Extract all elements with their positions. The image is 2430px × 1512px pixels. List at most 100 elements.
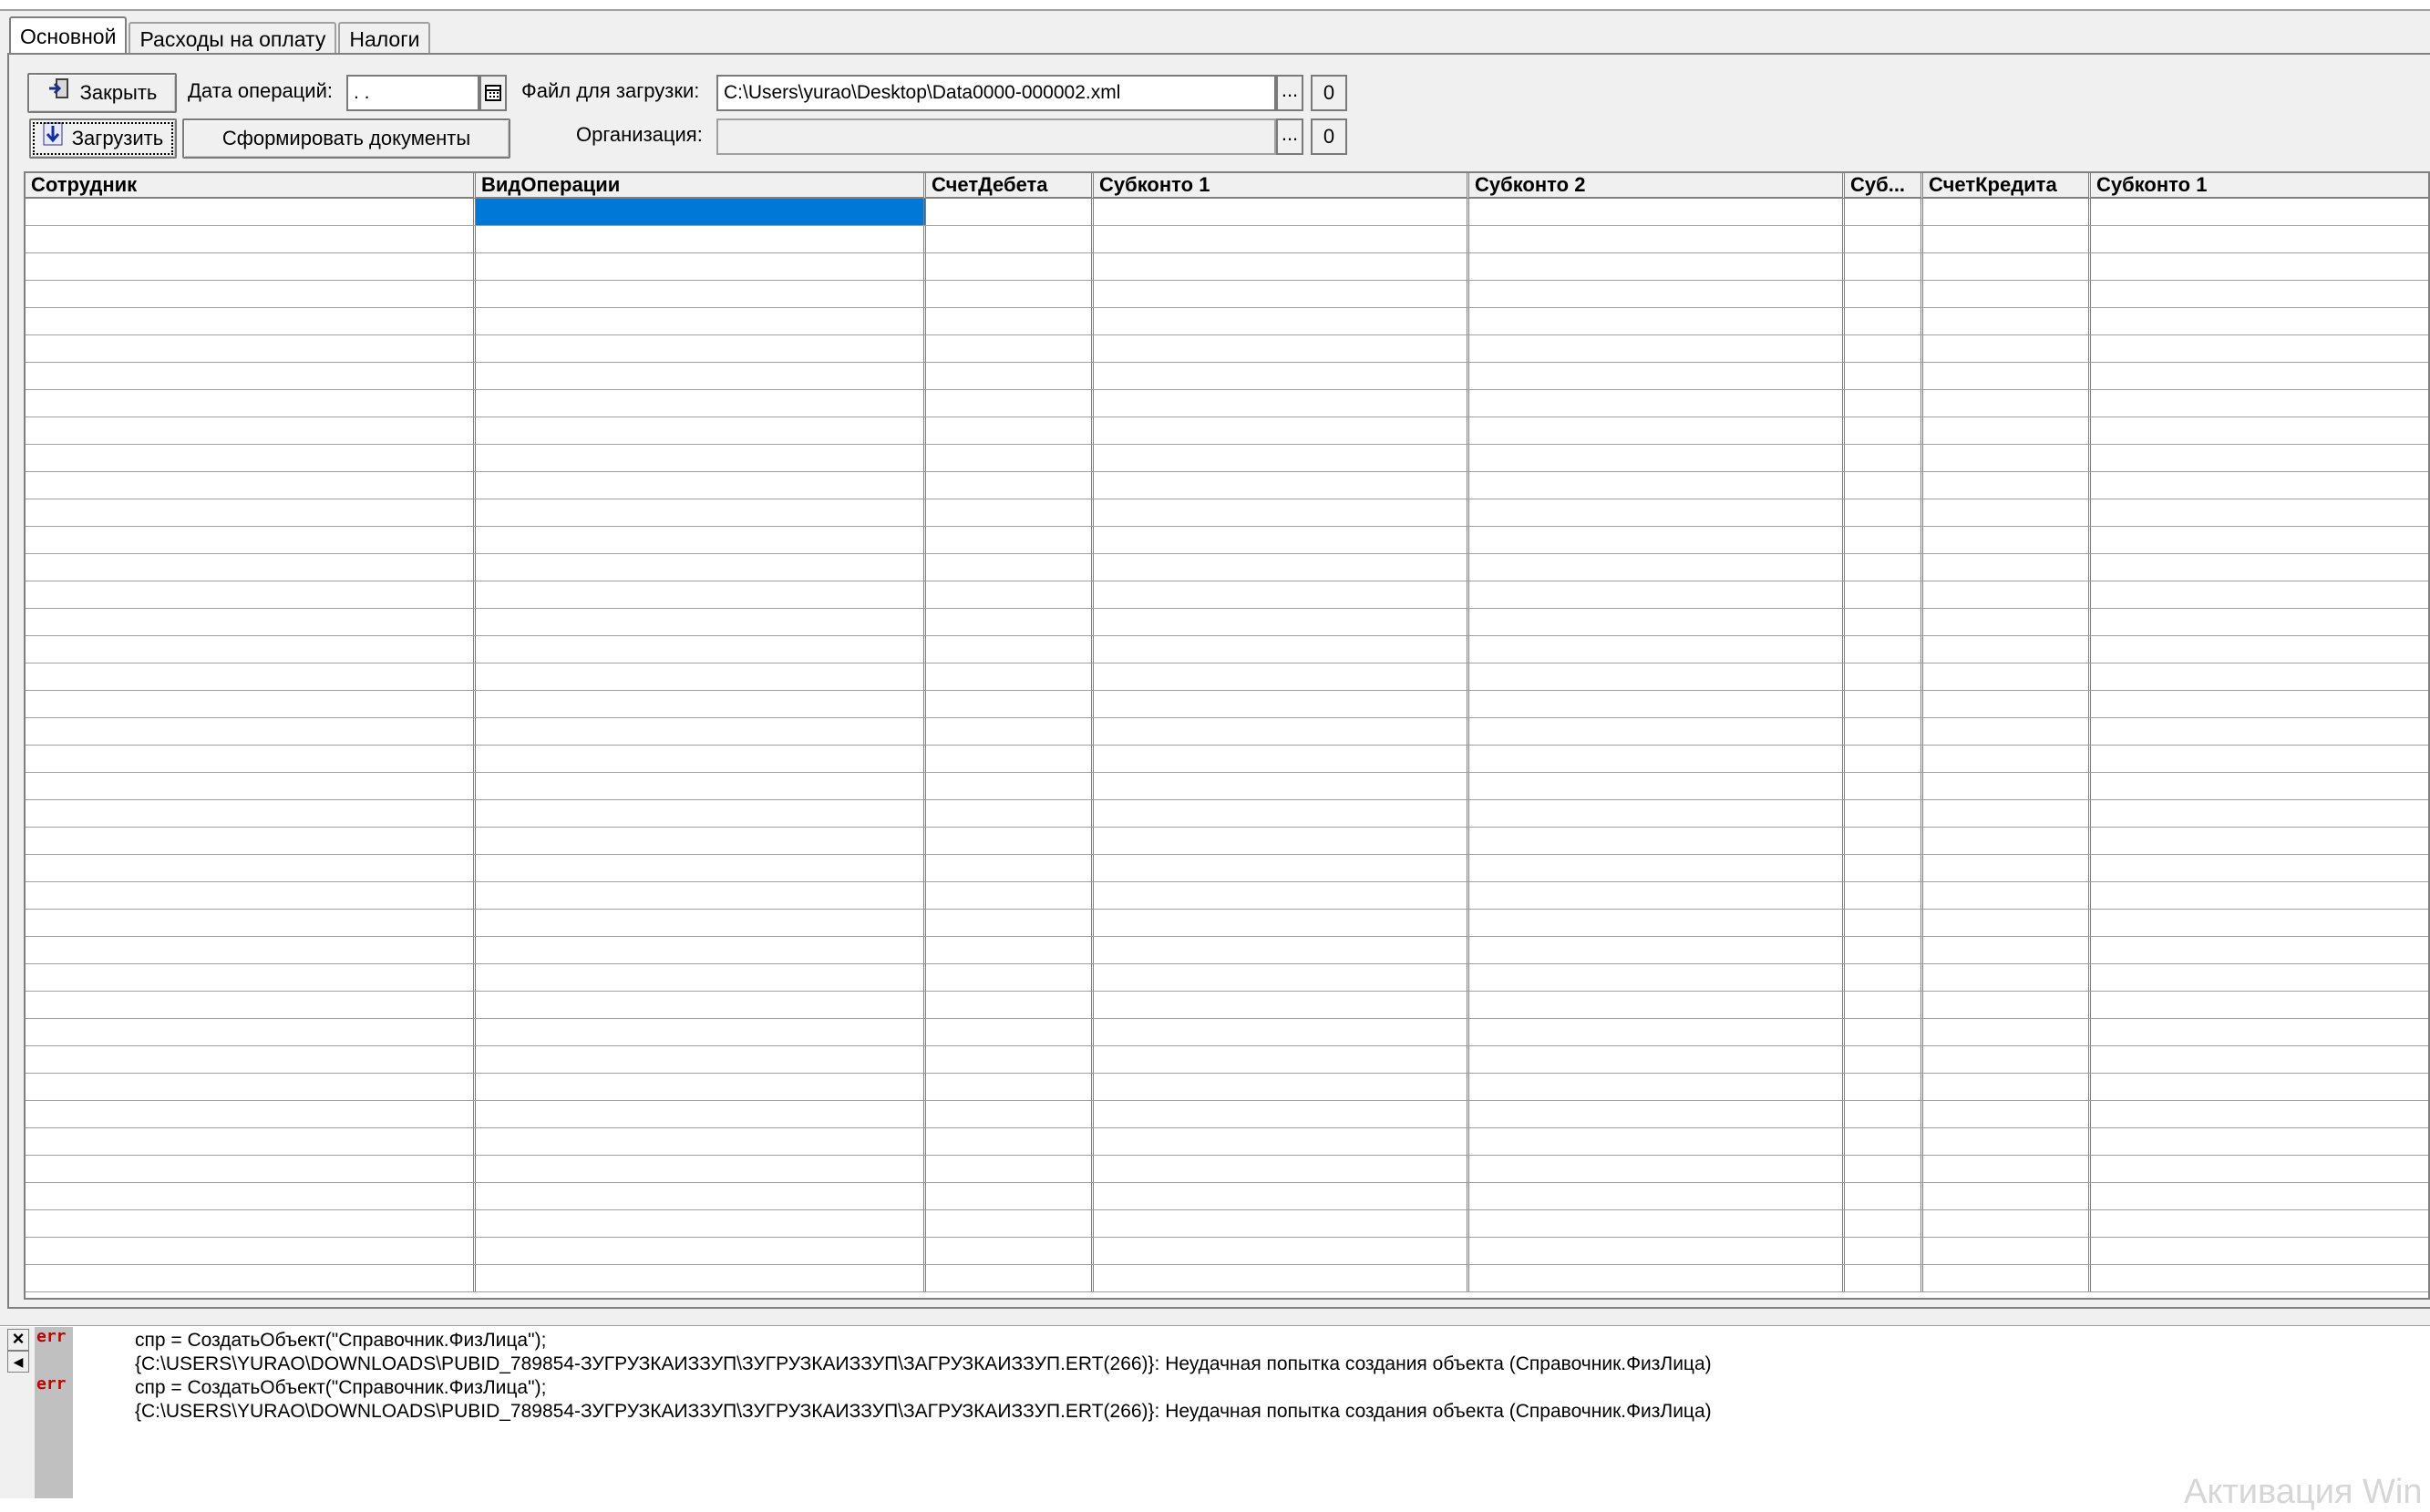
table-cell[interactable]: [926, 609, 1094, 635]
table-cell[interactable]: [926, 335, 1094, 362]
table-cell[interactable]: [1845, 1128, 1923, 1155]
table-cell[interactable]: [476, 281, 926, 307]
table-cell[interactable]: [2091, 1101, 2428, 1127]
table-cell[interactable]: [476, 390, 926, 417]
table-cell[interactable]: [476, 1046, 926, 1073]
table-cell[interactable]: [2091, 1046, 2428, 1073]
table-cell[interactable]: [2091, 773, 2428, 799]
table-cell[interactable]: [1469, 281, 1845, 307]
table-cell[interactable]: [1469, 992, 1845, 1018]
table-cell[interactable]: [1845, 609, 1923, 635]
table-cell[interactable]: [1923, 527, 2091, 553]
scroll-left-button[interactable]: ◀: [7, 1351, 29, 1373]
table-cell[interactable]: [1923, 281, 2091, 307]
table-cell[interactable]: [926, 445, 1094, 471]
table-cell[interactable]: [1923, 445, 2091, 471]
table-cell[interactable]: [926, 910, 1094, 936]
table-cell[interactable]: [1469, 253, 1845, 280]
table-cell[interactable]: [926, 199, 1094, 225]
table-cell[interactable]: [1845, 964, 1923, 991]
table-cell[interactable]: [1094, 964, 1469, 991]
table-cell[interactable]: [1469, 499, 1845, 526]
table-cell[interactable]: [476, 636, 926, 663]
form-documents-button[interactable]: Сформировать документы: [182, 118, 510, 159]
table-cell[interactable]: [926, 253, 1094, 280]
table-cell[interactable]: [476, 499, 926, 526]
table-cell[interactable]: [926, 773, 1094, 799]
table-cell[interactable]: [1094, 390, 1469, 417]
table-cell[interactable]: [1923, 1019, 2091, 1045]
table-cell[interactable]: [1094, 718, 1469, 745]
table-cell[interactable]: [1094, 937, 1469, 963]
table-cell[interactable]: [1845, 636, 1923, 663]
table-cell[interactable]: [1469, 199, 1845, 225]
table-cell[interactable]: [2091, 390, 2428, 417]
table-cell[interactable]: [2091, 1183, 2428, 1209]
table-cell[interactable]: [926, 828, 1094, 854]
table-cell[interactable]: [26, 527, 476, 553]
table-row[interactable]: [26, 335, 2428, 363]
table-cell[interactable]: [26, 1238, 476, 1264]
table-cell[interactable]: [1469, 445, 1845, 471]
table-cell[interactable]: [476, 855, 926, 881]
table-cell[interactable]: [1469, 800, 1845, 827]
table-cell[interactable]: [1845, 1074, 1923, 1100]
table-cell[interactable]: [1845, 445, 1923, 471]
calendar-button[interactable]: [479, 75, 507, 111]
table-cell[interactable]: [1923, 554, 2091, 581]
table-cell[interactable]: [26, 499, 476, 526]
table-cell[interactable]: [926, 499, 1094, 526]
column-header-subconto-1[interactable]: Субконто 1: [1094, 173, 1469, 199]
panel-splitter[interactable]: [0, 1318, 2430, 1326]
table-cell[interactable]: [1469, 855, 1845, 881]
table-cell[interactable]: [2091, 581, 2428, 608]
table-cell[interactable]: [1845, 335, 1923, 362]
table-cell[interactable]: [926, 472, 1094, 499]
table-cell[interactable]: [476, 882, 926, 909]
table-row[interactable]: [26, 691, 2428, 718]
table-cell[interactable]: [1469, 663, 1845, 690]
table-cell[interactable]: [926, 281, 1094, 307]
table-cell[interactable]: [1845, 199, 1923, 225]
table-row[interactable]: [26, 855, 2428, 882]
table-cell[interactable]: [476, 992, 926, 1018]
table-cell[interactable]: [26, 390, 476, 417]
table-cell[interactable]: [926, 1183, 1094, 1209]
table-cell[interactable]: [26, 882, 476, 909]
table-cell[interactable]: [926, 417, 1094, 444]
table-cell[interactable]: [1845, 1210, 1923, 1237]
table-cell[interactable]: [1469, 390, 1845, 417]
table-cell[interactable]: [926, 855, 1094, 881]
table-cell[interactable]: [26, 554, 476, 581]
table-cell[interactable]: [2091, 800, 2428, 827]
table-cell[interactable]: [1094, 910, 1469, 936]
table-cell[interactable]: [2091, 527, 2428, 553]
table-cell[interactable]: [1469, 554, 1845, 581]
column-header-credit-account[interactable]: СчетКредита: [1923, 173, 2091, 199]
table-cell[interactable]: [26, 226, 476, 252]
table-cell[interactable]: [2091, 910, 2428, 936]
table-cell[interactable]: [1845, 1046, 1923, 1073]
table-cell[interactable]: [26, 992, 476, 1018]
tab-expenses[interactable]: Расходы на оплату: [129, 22, 337, 55]
table-cell[interactable]: [1094, 527, 1469, 553]
table-cell[interactable]: [2091, 828, 2428, 854]
table-cell[interactable]: [1923, 390, 2091, 417]
table-cell[interactable]: [1845, 281, 1923, 307]
column-header-subconto-3[interactable]: Суб...: [1845, 173, 1923, 199]
table-cell[interactable]: [1469, 882, 1845, 909]
table-cell[interactable]: [1469, 964, 1845, 991]
table-cell[interactable]: [1094, 773, 1469, 799]
table-cell[interactable]: [2091, 554, 2428, 581]
table-cell[interactable]: [476, 691, 926, 717]
table-cell[interactable]: [1094, 308, 1469, 334]
table-cell[interactable]: [1923, 1074, 2091, 1100]
table-cell[interactable]: [1094, 992, 1469, 1018]
table-cell[interactable]: [26, 691, 476, 717]
table-cell[interactable]: [476, 1265, 926, 1291]
table-cell[interactable]: [2091, 1210, 2428, 1237]
table-cell[interactable]: [1845, 1265, 1923, 1291]
table-cell[interactable]: [2091, 253, 2428, 280]
table-cell[interactable]: [1923, 855, 2091, 881]
table-cell[interactable]: [2091, 992, 2428, 1018]
